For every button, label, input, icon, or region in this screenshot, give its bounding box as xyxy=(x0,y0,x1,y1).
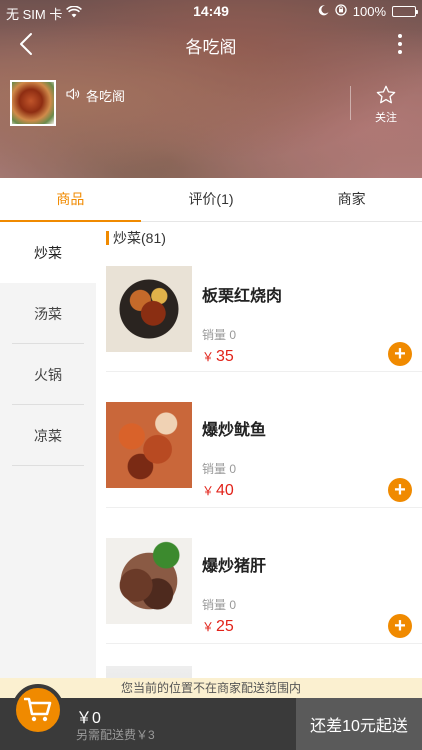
dish-price: ￥ 40 xyxy=(202,482,234,500)
dish-image[interactable] xyxy=(106,266,192,352)
shop-logo xyxy=(10,80,56,126)
header-divider xyxy=(350,86,351,120)
dish-image[interactable] xyxy=(106,402,192,488)
category-item-hotpot[interactable]: 火锅 xyxy=(0,344,96,405)
list-item[interactable]: 爆炒鱿鱼 销量 0 ￥ 40 + xyxy=(106,372,422,508)
dish-sales: 销量 0 xyxy=(202,598,237,612)
speaker-icon xyxy=(66,88,80,103)
product-list: 炒菜(81) 板栗红烧肉 销量 0 ￥ 35 + 爆炒鱿鱼 销量 0 ￥ 40 + … xyxy=(96,222,422,678)
tab-products[interactable]: 商品 xyxy=(0,178,141,222)
shop-header: 无 SIM 卡 14:49 100% 各吃阁 各吃阁 关注 xyxy=(0,0,422,178)
price-value: 35 xyxy=(216,348,234,365)
cart-button[interactable] xyxy=(12,684,64,736)
battery-percent: 100% xyxy=(352,4,386,19)
follow-button[interactable]: 关注 xyxy=(362,84,410,124)
page-title: 各吃阁 xyxy=(185,38,237,57)
currency-symbol: ￥ xyxy=(202,620,215,634)
star-icon xyxy=(376,85,396,104)
checkout-button[interactable]: 还差10元起送 xyxy=(296,698,422,750)
status-bar: 无 SIM 卡 14:49 100% xyxy=(0,0,422,22)
price-value: 40 xyxy=(216,482,234,499)
list-item[interactable]: 爆炒猪肝 销量 0 ￥ 25 + xyxy=(106,508,422,644)
tab-merchant[interactable]: 商家 xyxy=(281,178,422,221)
dish-name: 板栗红烧肉 xyxy=(202,288,283,305)
moon-icon xyxy=(318,4,329,19)
battery-icon xyxy=(392,6,418,17)
dish-image[interactable] xyxy=(106,666,192,678)
list-item[interactable]: 板栗红烧肉 销量 0 ￥ 35 + xyxy=(106,236,422,372)
dish-name: 爆炒鱿鱼 xyxy=(202,422,267,439)
cart-total: ￥0 xyxy=(76,710,101,727)
delivery-range-notice: 您当前的位置不在商家配送范围内 xyxy=(0,678,422,698)
category-sidebar: 炒菜 汤菜 火锅 凉菜 xyxy=(0,222,96,678)
dish-sales: 销量 0 xyxy=(202,328,237,342)
currency-symbol: ￥ xyxy=(202,484,215,498)
currency-symbol: ￥ xyxy=(202,350,215,364)
shopping-cart-icon xyxy=(24,697,52,722)
category-item-soup[interactable]: 汤菜 xyxy=(0,283,96,344)
follow-label: 关注 xyxy=(375,112,397,124)
tab-reviews[interactable]: 评价(1) xyxy=(141,178,282,221)
add-to-cart-button[interactable]: + xyxy=(388,478,412,502)
dish-price: ￥ 25 xyxy=(202,618,234,636)
more-options-button[interactable] xyxy=(390,28,410,60)
price-value: 25 xyxy=(216,618,234,635)
dish-price: ￥ 35 xyxy=(202,348,234,366)
delivery-fee: 另需配送费￥3 xyxy=(76,728,155,742)
list-item-partial[interactable] xyxy=(106,644,422,678)
shop-name-row: 各吃阁 xyxy=(66,86,125,105)
dish-sales: 销量 0 xyxy=(202,462,237,476)
category-item-stir-fry[interactable]: 炒菜 xyxy=(0,222,96,283)
dish-image[interactable] xyxy=(106,538,192,624)
tab-bar: 商品 评价(1) 商家 xyxy=(0,178,422,222)
shop-name: 各吃阁 xyxy=(86,89,126,104)
category-item-cold-dish[interactable]: 凉菜 xyxy=(0,405,96,466)
add-to-cart-button[interactable]: + xyxy=(388,342,412,366)
cart-bar: ￥0 另需配送费￥3 还差10元起送 xyxy=(0,684,422,750)
dish-name: 爆炒猪肝 xyxy=(202,558,267,575)
navbar: 各吃阁 xyxy=(0,22,422,66)
add-to-cart-button[interactable]: + xyxy=(388,614,412,638)
rotation-lock-icon xyxy=(335,4,347,19)
